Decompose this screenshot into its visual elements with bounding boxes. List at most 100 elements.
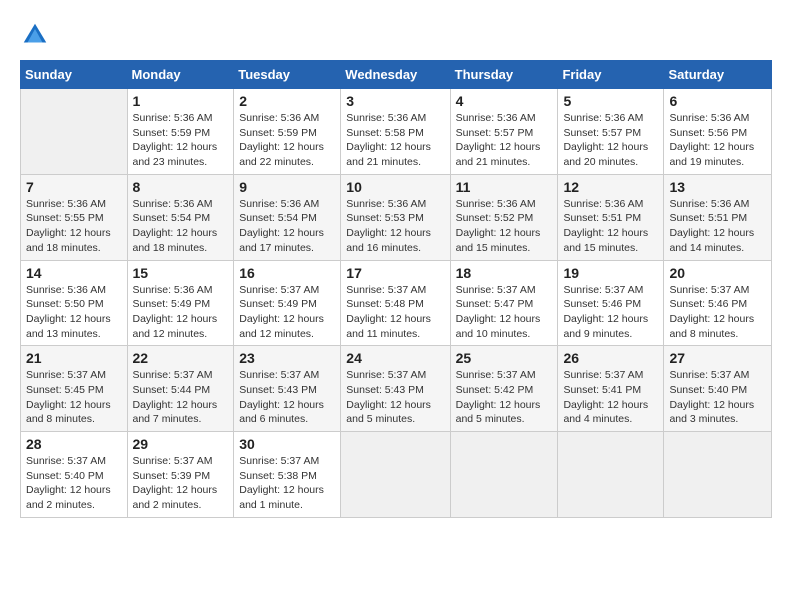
calendar-cell: 28Sunrise: 5:37 AM Sunset: 5:40 PM Dayli…	[21, 432, 128, 518]
calendar-week-5: 28Sunrise: 5:37 AM Sunset: 5:40 PM Dayli…	[21, 432, 772, 518]
calendar-cell	[558, 432, 664, 518]
day-info: Sunrise: 5:37 AM Sunset: 5:41 PM Dayligh…	[563, 368, 658, 427]
header-friday: Friday	[558, 61, 664, 89]
header-tuesday: Tuesday	[234, 61, 341, 89]
calendar-cell: 20 Sunrise: 5:37 AM Sunset: 5:46 PM Dayli…	[664, 260, 772, 346]
calendar-cell	[21, 89, 128, 175]
day-info: Sunrise: 5:37 AM Sunset: 5:43 PM Dayligh…	[239, 368, 335, 427]
day-info: Sunrise: 5:36 AM Sunset: 5:55 PM Dayligh…	[26, 197, 122, 256]
day-info: Sunrise: 5:36 AM Sunset: 5:52 PM Dayligh…	[456, 197, 553, 256]
day-info: Sunrise: 5:37 AM Sunset: 5:40 PM Dayligh…	[26, 454, 122, 513]
calendar-cell: 9Sunrise: 5:36 AM Sunset: 5:54 PM Daylig…	[234, 174, 341, 260]
day-number: 29	[133, 436, 229, 452]
day-info: Sunrise: 5:36 AM Sunset: 5:58 PM Dayligh…	[346, 111, 444, 170]
day-number: 3	[346, 93, 444, 109]
day-info: Sunrise: 5:36 AM Sunset: 5:59 PM Dayligh…	[133, 111, 229, 170]
day-number: 19	[563, 265, 658, 281]
day-info: Sunrise: 5:36 AM Sunset: 5:54 PM Dayligh…	[133, 197, 229, 256]
header-saturday: Saturday	[664, 61, 772, 89]
calendar-cell: 4Sunrise: 5:36 AM Sunset: 5:57 PM Daylig…	[450, 89, 558, 175]
day-number: 22	[133, 350, 229, 366]
day-number: 7	[26, 179, 122, 195]
calendar-cell	[450, 432, 558, 518]
day-info: Sunrise: 5:36 AM Sunset: 5:51 PM Dayligh…	[563, 197, 658, 256]
calendar-cell: 14 Sunrise: 5:36 AM Sunset: 5:50 PM Dayli…	[21, 260, 128, 346]
day-info: Sunrise: 5:36 AM Sunset: 5:50 PM Dayligh…	[26, 283, 122, 342]
calendar-cell: 10 Sunrise: 5:36 AM Sunset: 5:53 PM Dayli…	[341, 174, 450, 260]
day-number: 25	[456, 350, 553, 366]
calendar-cell: 21Sunrise: 5:37 AM Sunset: 5:45 PM Dayli…	[21, 346, 128, 432]
calendar-cell: 26 Sunrise: 5:37 AM Sunset: 5:41 PM Dayli…	[558, 346, 664, 432]
day-number: 1	[133, 93, 229, 109]
header-sunday: Sunday	[21, 61, 128, 89]
day-info: Sunrise: 5:36 AM Sunset: 5:53 PM Dayligh…	[346, 197, 444, 256]
header-wednesday: Wednesday	[341, 61, 450, 89]
day-number: 20	[669, 265, 766, 281]
logo	[20, 20, 54, 50]
calendar-cell	[664, 432, 772, 518]
calendar-cell: 8 Sunrise: 5:36 AM Sunset: 5:54 PM Daylig…	[127, 174, 234, 260]
day-info: Sunrise: 5:37 AM Sunset: 5:46 PM Dayligh…	[563, 283, 658, 342]
calendar-cell: 3 Sunrise: 5:36 AM Sunset: 5:58 PM Daylig…	[341, 89, 450, 175]
calendar-week-2: 7 Sunrise: 5:36 AM Sunset: 5:55 PM Daylig…	[21, 174, 772, 260]
calendar-week-3: 14 Sunrise: 5:36 AM Sunset: 5:50 PM Dayli…	[21, 260, 772, 346]
day-number: 23	[239, 350, 335, 366]
calendar-cell: 15 Sunrise: 5:36 AM Sunset: 5:49 PM Dayli…	[127, 260, 234, 346]
day-number: 10	[346, 179, 444, 195]
calendar-header-row: SundayMondayTuesdayWednesdayThursdayFrid…	[21, 61, 772, 89]
calendar-cell: 23 Sunrise: 5:37 AM Sunset: 5:43 PM Dayli…	[234, 346, 341, 432]
day-number: 13	[669, 179, 766, 195]
calendar-cell: 29 Sunrise: 5:37 AM Sunset: 5:39 PM Dayli…	[127, 432, 234, 518]
day-number: 8	[133, 179, 229, 195]
calendar-cell: 5 Sunrise: 5:36 AM Sunset: 5:57 PM Daylig…	[558, 89, 664, 175]
day-info: Sunrise: 5:37 AM Sunset: 5:44 PM Dayligh…	[133, 368, 229, 427]
day-info: Sunrise: 5:37 AM Sunset: 5:43 PM Dayligh…	[346, 368, 444, 427]
day-number: 6	[669, 93, 766, 109]
day-number: 27	[669, 350, 766, 366]
day-info: Sunrise: 5:37 AM Sunset: 5:49 PM Dayligh…	[239, 283, 335, 342]
day-number: 5	[563, 93, 658, 109]
calendar-cell: 24 Sunrise: 5:37 AM Sunset: 5:43 PM Dayli…	[341, 346, 450, 432]
calendar-cell: 7 Sunrise: 5:36 AM Sunset: 5:55 PM Daylig…	[21, 174, 128, 260]
day-info: Sunrise: 5:36 AM Sunset: 5:59 PM Dayligh…	[239, 111, 335, 170]
day-number: 24	[346, 350, 444, 366]
day-number: 9	[239, 179, 335, 195]
calendar-cell: 11 Sunrise: 5:36 AM Sunset: 5:52 PM Dayli…	[450, 174, 558, 260]
day-info: Sunrise: 5:37 AM Sunset: 5:42 PM Dayligh…	[456, 368, 553, 427]
calendar-cell: 17Sunrise: 5:37 AM Sunset: 5:48 PM Dayli…	[341, 260, 450, 346]
calendar-cell: 6 Sunrise: 5:36 AM Sunset: 5:56 PM Daylig…	[664, 89, 772, 175]
header-thursday: Thursday	[450, 61, 558, 89]
day-info: Sunrise: 5:37 AM Sunset: 5:47 PM Dayligh…	[456, 283, 553, 342]
day-number: 16	[239, 265, 335, 281]
calendar-cell: 30 Sunrise: 5:37 AM Sunset: 5:38 PM Dayli…	[234, 432, 341, 518]
day-info: Sunrise: 5:36 AM Sunset: 5:51 PM Dayligh…	[669, 197, 766, 256]
calendar-cell: 16 Sunrise: 5:37 AM Sunset: 5:49 PM Dayli…	[234, 260, 341, 346]
page-header	[20, 20, 772, 50]
day-info: Sunrise: 5:36 AM Sunset: 5:56 PM Dayligh…	[669, 111, 766, 170]
day-number: 21	[26, 350, 122, 366]
calendar-cell: 19 Sunrise: 5:37 AM Sunset: 5:46 PM Dayli…	[558, 260, 664, 346]
day-info: Sunrise: 5:37 AM Sunset: 5:39 PM Dayligh…	[133, 454, 229, 513]
calendar-week-4: 21Sunrise: 5:37 AM Sunset: 5:45 PM Dayli…	[21, 346, 772, 432]
day-info: Sunrise: 5:36 AM Sunset: 5:57 PM Dayligh…	[563, 111, 658, 170]
calendar-cell: 1 Sunrise: 5:36 AM Sunset: 5:59 PM Daylig…	[127, 89, 234, 175]
day-number: 30	[239, 436, 335, 452]
calendar-cell	[341, 432, 450, 518]
calendar-cell: 22 Sunrise: 5:37 AM Sunset: 5:44 PM Dayli…	[127, 346, 234, 432]
day-number: 15	[133, 265, 229, 281]
day-number: 26	[563, 350, 658, 366]
calendar-week-1: 1 Sunrise: 5:36 AM Sunset: 5:59 PM Daylig…	[21, 89, 772, 175]
day-info: Sunrise: 5:37 AM Sunset: 5:40 PM Dayligh…	[669, 368, 766, 427]
day-number: 14	[26, 265, 122, 281]
calendar-cell: 13 Sunrise: 5:36 AM Sunset: 5:51 PM Dayli…	[664, 174, 772, 260]
day-number: 12	[563, 179, 658, 195]
calendar-table: SundayMondayTuesdayWednesdayThursdayFrid…	[20, 60, 772, 518]
day-info: Sunrise: 5:37 AM Sunset: 5:46 PM Dayligh…	[669, 283, 766, 342]
day-number: 4	[456, 93, 553, 109]
day-number: 11	[456, 179, 553, 195]
day-number: 18	[456, 265, 553, 281]
calendar-cell: 2Sunrise: 5:36 AM Sunset: 5:59 PM Daylig…	[234, 89, 341, 175]
header-monday: Monday	[127, 61, 234, 89]
day-info: Sunrise: 5:36 AM Sunset: 5:49 PM Dayligh…	[133, 283, 229, 342]
day-info: Sunrise: 5:37 AM Sunset: 5:38 PM Dayligh…	[239, 454, 335, 513]
